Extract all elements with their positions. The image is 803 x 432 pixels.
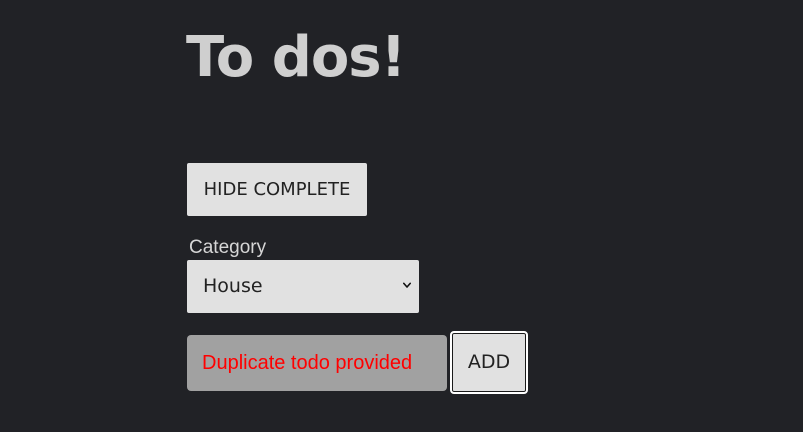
todo-input-value: Duplicate todo provided bbox=[202, 352, 413, 374]
page-title: To dos! bbox=[186, 25, 406, 90]
todo-app: To dos! HIDE COMPLETE Category House Dup… bbox=[186, 0, 803, 432]
todo-input[interactable]: Duplicate todo provided bbox=[187, 335, 447, 391]
category-select-value: House bbox=[203, 275, 263, 297]
chevron-down-icon bbox=[403, 282, 411, 288]
category-label: Category bbox=[189, 237, 267, 258]
add-button[interactable]: ADD bbox=[450, 331, 528, 394]
hide-complete-button[interactable]: HIDE COMPLETE bbox=[187, 163, 367, 216]
category-select[interactable]: House bbox=[187, 260, 419, 313]
